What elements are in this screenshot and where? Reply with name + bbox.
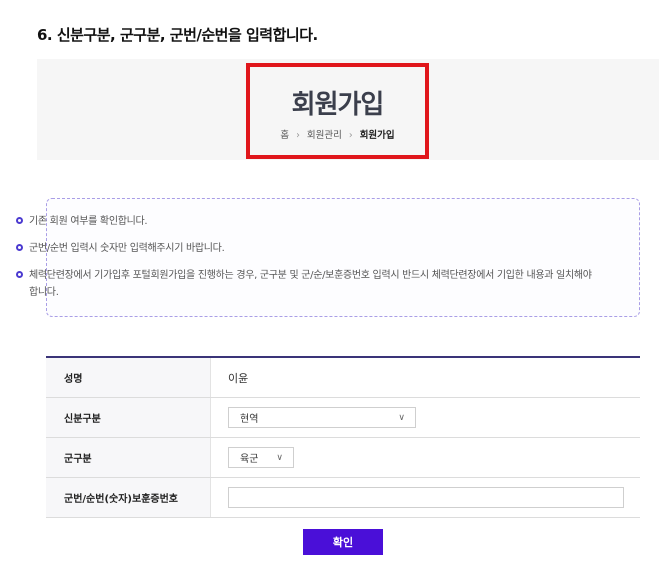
status-label: 신분구분 [46,398,211,437]
annotation-highlight-box [246,63,429,159]
bullet-icon [16,271,23,278]
bullet-icon [16,244,23,251]
bullet-icon [16,217,23,224]
notice-text: 기존 회원 여부를 확인합니다. [29,216,148,227]
notice-item: 기존 회원 여부를 확인합니다. [16,213,148,230]
status-select-value: 현역 [240,414,259,425]
service-number-input[interactable] [228,487,624,508]
form-row-status: 신분구분 현역 ∨ [46,398,640,438]
signup-form-table: 성명 이윤 신분구분 현역 ∨ 군구분 육군 ∨ 군번/순번(숫자)보훈증번호 [46,356,640,518]
notice-item: 체력단련장에서 기가입후 포털회원가입을 진행하는 경우, 군구분 및 군/순/… [16,267,596,301]
form-row-name: 성명 이윤 [46,358,640,398]
form-row-service-number: 군번/순번(숫자)보훈증번호 [46,478,640,518]
branch-select-value: 육군 [240,454,259,465]
name-value: 이윤 [228,371,249,385]
service-number-label: 군번/순번(숫자)보훈증번호 [46,478,211,517]
form-row-branch: 군구분 육군 ∨ [46,438,640,478]
notice-text: 군번/순번 입력시 숫자만 입력해주시기 바랍니다. [29,243,225,254]
chevron-down-icon: ∨ [398,412,405,423]
notice-text: 체력단련장에서 기가입후 포털회원가입을 진행하는 경우, 군구분 및 군/순/… [29,270,592,298]
branch-select[interactable]: 육군 ∨ [228,447,294,468]
notice-item: 군번/순번 입력시 숫자만 입력해주시기 바랍니다. [16,240,225,257]
branch-label: 군구분 [46,438,211,477]
name-label: 성명 [46,358,211,397]
status-select[interactable]: 현역 ∨ [228,407,416,428]
step-title: 6. 신분구분, 군구분, 군번/순번을 입력합니다. [37,26,318,44]
confirm-button[interactable]: 확인 [303,529,383,555]
chevron-down-icon: ∨ [276,452,283,463]
